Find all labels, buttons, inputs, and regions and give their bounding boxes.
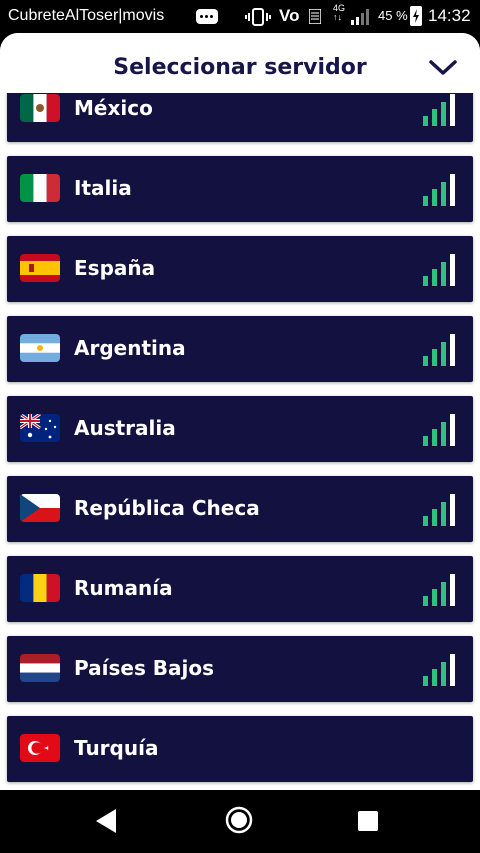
sheet-header: Seleccionar servidor (0, 33, 480, 93)
country-name: Italia (74, 176, 132, 200)
turkey-flag-icon (20, 734, 60, 762)
notification-text: CubreteAlToser|movis (8, 7, 165, 24)
country-name: Rumanía (74, 576, 173, 600)
home-circle-icon[interactable] (225, 806, 253, 834)
server-row-rumania[interactable]: Rumanía (7, 556, 473, 622)
server-list[interactable]: México Italia España Argentina Australia… (0, 93, 480, 790)
volte-icon: Vo (279, 6, 300, 25)
spain-flag-icon (20, 254, 60, 282)
country-name: Países Bajos (74, 656, 215, 680)
country-name: Argentina (74, 336, 186, 360)
signal-strength-icon (423, 414, 455, 446)
wifi-calling-icon (309, 9, 321, 24)
recents-square-icon[interactable] (358, 811, 378, 831)
vibrate-icon (245, 8, 271, 26)
server-row-espana[interactable]: España (7, 236, 473, 302)
signal-strength-icon (423, 654, 455, 686)
back-triangle-icon[interactable] (94, 808, 118, 834)
mexico-flag-icon (20, 94, 60, 122)
server-row-italia[interactable]: Italia (7, 156, 473, 222)
country-name: Australia (74, 416, 176, 440)
chat-notification-icon (196, 9, 218, 24)
country-name: República Checa (74, 496, 260, 520)
network-type: 4G ↑↓ (333, 3, 346, 22)
server-row-australia[interactable]: Australia (7, 396, 473, 462)
country-name: Turquía (74, 736, 159, 760)
signal-strength-icon (423, 254, 455, 286)
country-name: España (74, 256, 156, 280)
signal-strength-icon (423, 174, 455, 206)
chevron-down-icon[interactable] (428, 59, 458, 77)
server-row-republica-checa[interactable]: República Checa (7, 476, 473, 542)
battery-percent: 45 % (378, 8, 408, 23)
cell-signal-icon (351, 9, 369, 25)
server-row-mexico[interactable]: México (7, 93, 473, 142)
netherlands-flag-icon (20, 654, 60, 682)
signal-strength-icon (423, 334, 455, 366)
clock: 14:32 (428, 6, 471, 25)
sheet-title: Seleccionar servidor (113, 55, 367, 80)
signal-strength-icon (423, 94, 455, 126)
status-bar: CubreteAlToser|movis Vo 4G ↑↓ 45 % 14:32 (0, 0, 480, 33)
argentina-flag-icon (20, 334, 60, 362)
signal-strength-icon (423, 494, 455, 526)
italy-flag-icon (20, 174, 60, 202)
romania-flag-icon (20, 574, 60, 602)
battery-charging-icon (410, 6, 422, 26)
signal-strength-icon (423, 574, 455, 606)
server-row-paises-bajos[interactable]: Países Bajos (7, 636, 473, 702)
australia-flag-icon (20, 414, 60, 442)
server-row-turquia[interactable]: Turquía (7, 716, 473, 782)
country-name: México (74, 96, 153, 120)
server-selection-sheet: Seleccionar servidor México Italia Españ… (0, 33, 480, 790)
server-row-argentina[interactable]: Argentina (7, 316, 473, 382)
czech-republic-flag-icon (20, 494, 60, 522)
